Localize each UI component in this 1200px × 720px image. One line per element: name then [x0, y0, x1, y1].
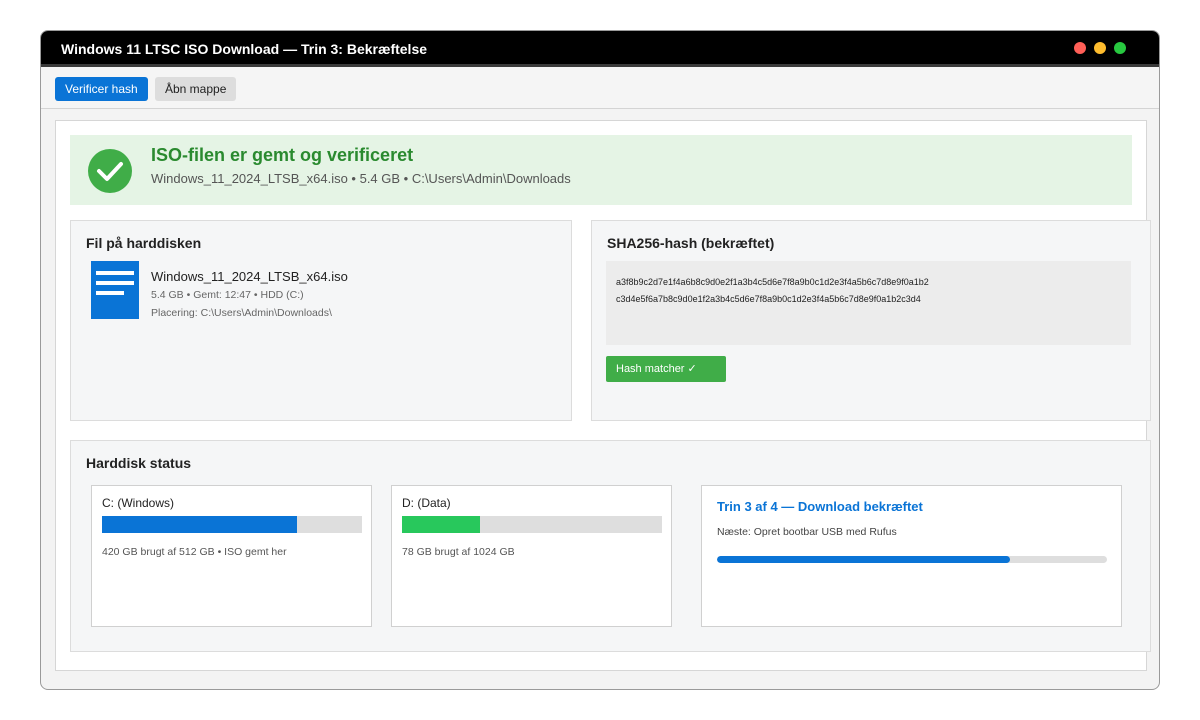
drive-label: D: (Data)	[402, 496, 451, 510]
minimize-window-button[interactable]	[1094, 42, 1106, 54]
file-location: Placering: C:\Users\Admin\Downloads\	[151, 307, 332, 319]
title-bar: Windows 11 LTSC ISO Download — Trin 3: B…	[41, 31, 1159, 67]
check-icon	[88, 149, 132, 193]
main-content: ISO-filen er gemt og verificeret Windows…	[55, 120, 1151, 671]
hash-match-badge: Hash matcher ✓	[606, 356, 726, 382]
disk-status-panel: Harddisk status C: (Windows) 420 GB brug…	[70, 440, 1151, 652]
close-window-button[interactable]	[1074, 42, 1086, 54]
file-meta: 5.4 GB • Gemt: 12:47 • HDD (C:)	[151, 289, 304, 301]
hash-panel: SHA256-hash (bekræftet) a3f8b9c2d7e1f4a6…	[591, 220, 1151, 421]
open-folder-button[interactable]: Åbn mappe	[155, 77, 237, 101]
drive-usage-text: 420 GB brugt af 512 GB • ISO gemt her	[102, 546, 287, 558]
drive-usage-bar	[402, 516, 662, 533]
disk-status-title: Harddisk status	[86, 455, 192, 471]
hash-value-box: a3f8b9c2d7e1f4a6b8c9d0e2f1a3b4c5d6e7f8a9…	[606, 261, 1131, 345]
hash-line-2: c3d4e5f6a7b8c9d0e1f2a3b4c5d6e7f8a9b0c1d2…	[616, 294, 921, 304]
toolbar: Verificer hash Åbn mappe	[41, 67, 1159, 109]
drive-usage-fill	[102, 516, 297, 533]
step-progress-fill	[717, 556, 1010, 563]
step-next: Næste: Opret bootbar USB med Rufus	[717, 526, 897, 538]
hash-line-1: a3f8b9c2d7e1f4a6b8c9d0e2f1a3b4c5d6e7f8a9…	[616, 277, 929, 287]
banner-title: ISO-filen er gemt og verificeret	[151, 145, 414, 165]
drive-label: C: (Windows)	[102, 496, 175, 510]
document-icon	[91, 261, 139, 319]
file-name: Windows_11_2024_LTSB_x64.iso	[151, 269, 348, 284]
drive-card-c: C: (Windows) 420 GB brugt af 512 GB • IS…	[91, 485, 372, 627]
hash-panel-title: SHA256-hash (bekræftet)	[607, 235, 775, 251]
maximize-window-button[interactable]	[1114, 42, 1126, 54]
file-panel: Fil på harddisken Windows_11_2024_LTSB_x…	[70, 220, 572, 421]
step-progress-bar	[717, 556, 1107, 563]
verify-hash-button[interactable]: Verificer hash	[55, 77, 148, 101]
drive-usage-bar	[102, 516, 362, 533]
drive-card-d: D: (Data) 78 GB brugt af 1024 GB	[391, 485, 672, 627]
app-window: Windows 11 LTSC ISO Download — Trin 3: B…	[40, 30, 1160, 690]
drive-usage-text: 78 GB brugt af 1024 GB	[402, 546, 515, 558]
drive-usage-fill	[402, 516, 480, 533]
window-title: Windows 11 LTSC ISO Download — Trin 3: B…	[61, 41, 428, 57]
banner-subtitle: Windows_11_2024_LTSB_x64.iso • 5.4 GB • …	[151, 171, 571, 186]
file-panel-title: Fil på harddisken	[86, 235, 202, 251]
step-card: Trin 3 af 4 — Download bekræftet Næste: …	[701, 485, 1122, 627]
success-banner: ISO-filen er gemt og verificeret Windows…	[70, 135, 1132, 205]
step-title: Trin 3 af 4 — Download bekræftet	[717, 499, 923, 514]
